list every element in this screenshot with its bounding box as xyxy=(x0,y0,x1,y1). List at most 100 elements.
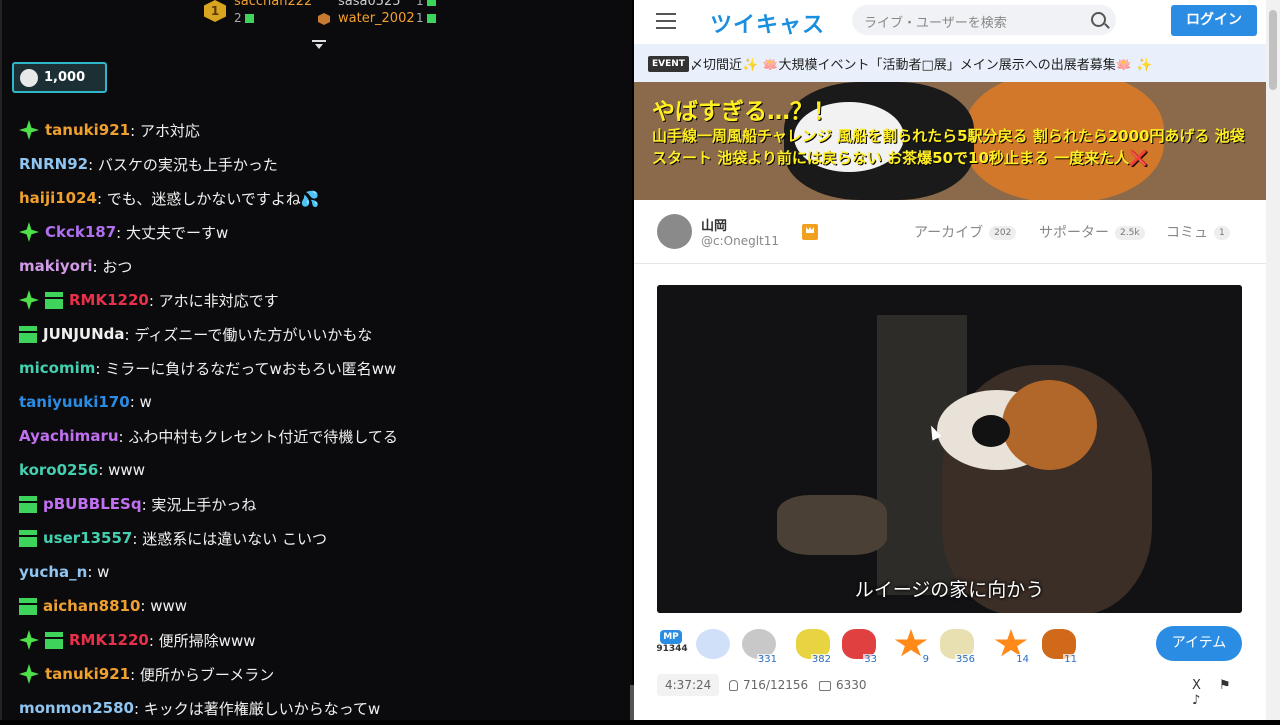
comment-username[interactable]: JUNJUNda xyxy=(43,325,125,343)
gift-icon xyxy=(19,597,37,615)
comment-text: : キックは著作権厳しいからなってw xyxy=(133,699,381,718)
viewer-count: 716/12156 xyxy=(729,678,808,692)
stream-page: ツイキャス ライブ・ユーザーを検索 ログイン EVENT 〆切間近✨ 🪷大規模イ… xyxy=(634,0,1266,720)
comment-text: : アホ対応 xyxy=(130,121,200,140)
comment-username[interactable]: koro0256 xyxy=(19,461,98,479)
gift-count: 356 xyxy=(954,654,976,665)
chevron-down-icon xyxy=(315,44,323,49)
ranking-third-name: water_2002 xyxy=(338,11,415,26)
comment-username[interactable]: pBUBBLESq xyxy=(43,495,142,513)
ranking-first-count: 2 xyxy=(234,11,254,25)
login-button[interactable]: ログイン xyxy=(1171,5,1257,36)
person-icon xyxy=(729,680,738,691)
sparkle-icon xyxy=(19,120,39,140)
site-logo[interactable]: ツイキャス xyxy=(710,7,825,39)
comment-username[interactable]: makiyori xyxy=(19,257,93,275)
comment-username[interactable]: micomim xyxy=(19,359,95,377)
collapse-bar xyxy=(312,40,326,42)
comment-count: 6330 xyxy=(819,678,867,692)
comment-username[interactable]: Ayachimaru xyxy=(19,427,119,445)
rank-badge-icon: 1 xyxy=(204,0,226,22)
avatar[interactable] xyxy=(657,214,692,249)
gift-fire-button[interactable]: 11 xyxy=(1040,627,1078,665)
gift-star-button[interactable]: 9 xyxy=(892,627,930,665)
comment-row: tanuki921: アホ対応 xyxy=(19,113,629,147)
gift-smile-button[interactable] xyxy=(694,627,732,663)
coin-balance[interactable]: 1,000 xyxy=(12,62,107,93)
comment-row: RNRN92: バスケの実況も上手かった xyxy=(19,147,629,181)
video-player[interactable]: ルイージの家に向かう xyxy=(657,285,1242,613)
banner-text: 山手線一周風船チャレンジ 風船を割られたら5駅分戻る 割られたら2000円あげる… xyxy=(652,127,1245,167)
gift-icon xyxy=(19,529,37,547)
comment-text: : 便所からブーメラン xyxy=(130,665,275,684)
tab-archive[interactable]: アーカイブ 202 xyxy=(914,222,1017,242)
page-scrollbar[interactable] xyxy=(1266,0,1280,720)
chat-panel: 1 sacchan222 2 sasa0525 1 water_2002 1 1… xyxy=(0,0,634,720)
ranking-third-count: 1 xyxy=(416,11,436,25)
smile-icon xyxy=(696,629,730,659)
coin-icon xyxy=(20,69,38,87)
comment-username[interactable]: aichan8810 xyxy=(43,597,140,615)
sparkle-icon xyxy=(19,222,39,242)
broadcaster-name[interactable]: 山岡 xyxy=(701,215,727,234)
gift-tea-10-button[interactable]: 356 xyxy=(938,627,976,665)
gift-count: 14 xyxy=(1015,654,1030,665)
comment-text: : www xyxy=(98,461,145,479)
ranking-second-count: 1 xyxy=(416,0,436,8)
comment-username[interactable]: user13557 xyxy=(43,529,132,547)
search-placeholder: ライブ・ユーザーを検索 xyxy=(864,16,1007,31)
comment-username[interactable]: tanuki921 xyxy=(45,121,130,139)
comment-username[interactable]: RMK1220 xyxy=(69,631,149,649)
tab-supporter[interactable]: サポーター 2.5k xyxy=(1039,222,1145,242)
comment-username[interactable]: yucha_n xyxy=(19,563,87,581)
comment-row: makiyori: おつ xyxy=(19,249,629,283)
broadcaster-id: @c:Oneglt11 xyxy=(701,234,779,248)
comment-row: RMK1220: 便所掃除www xyxy=(19,623,629,657)
comment-text: : アホに非対応です xyxy=(148,291,279,310)
mp-counter[interactable]: MP 91344 xyxy=(656,630,688,660)
ranking-first-name: sacchan222 xyxy=(234,0,313,9)
comment-row: Ayachimaru: ふわ中村もクレセント付近で待機してる xyxy=(19,419,629,453)
gift-icon xyxy=(19,325,37,343)
event-banner[interactable]: EVENT 〆切間近✨ 🪷大規模イベント「活動者□展」メイン展示への出展者募集🪷… xyxy=(634,44,1266,82)
comment-username[interactable]: RMK1220 xyxy=(69,291,149,309)
gift-icon xyxy=(244,14,254,23)
mp-value: 91344 xyxy=(656,644,688,654)
chat-icon xyxy=(819,680,831,691)
comment-text: : おつ xyxy=(92,257,133,276)
comment-username[interactable]: RNRN92 xyxy=(19,155,88,173)
stream-title-banner: やばすぎる…？！ 山手線一周風船チャレンジ 風船を割られたら5駅分戻る 割られた… xyxy=(634,82,1266,200)
banner-title: やばすぎる…？！ xyxy=(652,99,836,125)
video-caption: ルイージの家に向かう xyxy=(854,579,1045,601)
comment-username[interactable]: tanuki921 xyxy=(45,665,130,683)
scrollbar-thumb[interactable] xyxy=(1269,10,1277,90)
gift-tea-button[interactable]: 382 xyxy=(794,627,832,665)
gift-count: 9 xyxy=(921,654,930,665)
comment-username[interactable]: monmon2580 xyxy=(19,699,134,717)
sparkle-icon xyxy=(19,664,39,684)
comment-row: micomim: ミラーに負けるなだってwおもろい匿名ww xyxy=(19,351,629,385)
comment-row: user13557: 迷惑系には違いない こいつ xyxy=(19,521,629,555)
sparkle-icon xyxy=(19,290,39,310)
broadcaster-profile: 山岡 @c:Oneglt11 アーカイブ 202 サポーター 2.5k コミュ 1 xyxy=(634,200,1266,264)
x-mark-icon: ❌ xyxy=(1129,149,1148,167)
gift-santa-button[interactable]: 33 xyxy=(840,627,878,665)
hamburger-menu-icon[interactable] xyxy=(656,13,676,29)
share-icons[interactable]: X ⚑ ♪ xyxy=(1192,678,1247,708)
event-text: 〆切間近✨ 🪷大規模イベント「活動者□展」メイン展示への出展者募集🪷 ✨ xyxy=(690,58,1153,73)
gift-coin-button[interactable]: 331 xyxy=(740,627,778,665)
comment-row: haiji1024: でも、迷惑しかないですよね💦 xyxy=(19,181,629,215)
gift-count: 382 xyxy=(810,654,832,665)
search-input[interactable]: ライブ・ユーザーを検索 xyxy=(852,5,1116,35)
comment-row: koro0256: www xyxy=(19,453,629,487)
search-icon[interactable] xyxy=(1091,12,1106,27)
item-bar: MP 91344 331 382 33 9 356 14 11 アイテム xyxy=(656,625,1256,665)
comment-username[interactable]: haiji1024 xyxy=(19,189,97,207)
elapsed-time: 4:37:24 xyxy=(657,674,720,696)
comment-username[interactable]: taniyuuki170 xyxy=(19,393,130,411)
item-button[interactable]: アイテム xyxy=(1156,626,1242,661)
tab-community[interactable]: コミュ 1 xyxy=(1166,222,1230,242)
comment-username[interactable]: Ckck187 xyxy=(45,223,116,241)
gift-star-10-button[interactable]: 14 xyxy=(992,627,1030,665)
collapse-ranking-button[interactable] xyxy=(312,40,328,52)
